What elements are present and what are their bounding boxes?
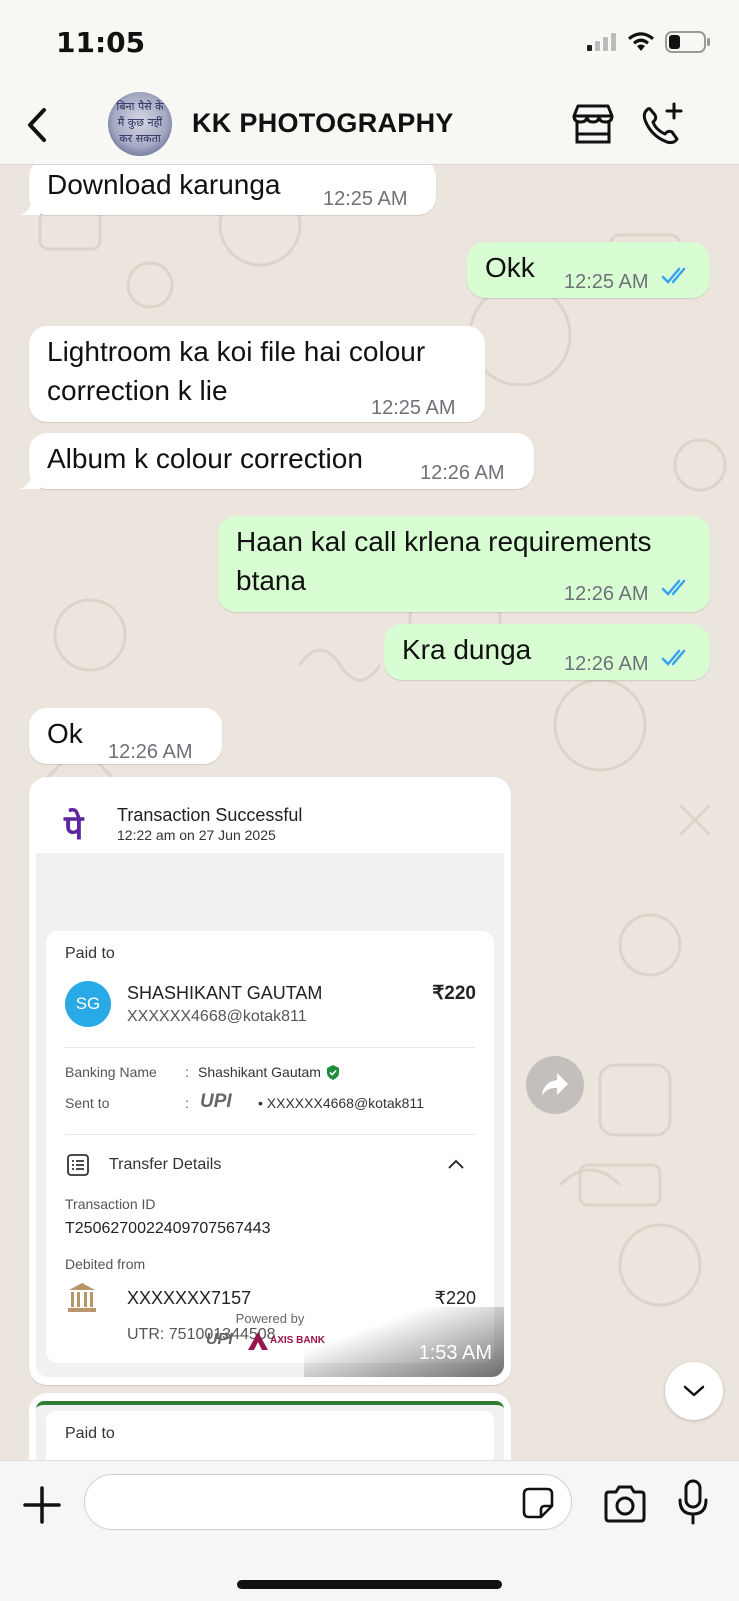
back-icon[interactable] xyxy=(20,102,54,148)
banking-name: Shashikant Gautam xyxy=(198,1064,321,1080)
status-bar: 11:05 xyxy=(0,0,739,88)
camera-icon[interactable] xyxy=(602,1483,648,1525)
verified-icon xyxy=(327,1065,339,1080)
payee-avatar: SG xyxy=(65,981,111,1027)
message-outgoing[interactable]: Haan kal call krlena requirements btana … xyxy=(218,516,710,612)
message-time: 12:25 AM xyxy=(564,271,649,293)
message-time: 12:26 AM xyxy=(420,462,505,484)
banking-name-label: Banking Name xyxy=(65,1064,157,1080)
home-indicator xyxy=(237,1580,502,1589)
message-incoming[interactable]: Download karunga 12:25 AM xyxy=(29,165,436,215)
payee-upi: XXXXXX4668@kotak811 xyxy=(127,1008,307,1025)
bank-icon xyxy=(68,1283,96,1312)
microphone-icon[interactable] xyxy=(676,1479,710,1525)
read-receipt-icon xyxy=(661,579,686,596)
receipt-body: Paid to xyxy=(36,1401,504,1460)
message-text-line: btana xyxy=(236,565,307,596)
forward-button[interactable] xyxy=(526,1056,584,1114)
colon: : xyxy=(185,1064,189,1080)
receipt-panel: Paid to SG SHASHIKANT GAUTAM XXXXXX4668@… xyxy=(46,931,494,1363)
sticker-icon[interactable] xyxy=(521,1486,555,1520)
read-receipt-icon xyxy=(661,649,686,666)
axis-bank-logo-icon xyxy=(248,1332,268,1350)
plus-icon[interactable] xyxy=(22,1485,62,1525)
forward-icon xyxy=(542,1073,568,1096)
message-incoming[interactable]: Album k colour correction 12:26 AM xyxy=(29,433,534,489)
message-text: Download karunga xyxy=(47,169,281,200)
transaction-id: T2506270022409707567443 xyxy=(65,1220,271,1237)
transaction-date: 12:22 am on 27 Jun 2025 xyxy=(117,827,276,843)
transfer-details-label: Transfer Details xyxy=(109,1156,222,1173)
message-time: 12:25 AM xyxy=(323,188,408,210)
receipt-panel: Paid to xyxy=(46,1411,494,1460)
divider xyxy=(65,1134,475,1135)
message-outgoing[interactable]: Kra dunga 12:26 AM xyxy=(384,624,710,680)
message-incoming[interactable]: Lightroom ka koi file hai colour correct… xyxy=(29,326,485,422)
transaction-title: Transaction Successful xyxy=(117,805,303,825)
message-time: 1:53 AM xyxy=(418,1342,492,1364)
upi-logo-footer: UPI xyxy=(206,1331,233,1348)
paid-to-label: Paid to xyxy=(65,945,115,962)
divider xyxy=(65,1047,475,1048)
avatar-text-line: कर सकता xyxy=(119,132,161,145)
message-input[interactable] xyxy=(84,1474,572,1530)
message-time: 12:26 AM xyxy=(564,653,649,675)
chevron-up-icon xyxy=(448,1159,464,1169)
scroll-to-bottom-button[interactable] xyxy=(665,1362,723,1420)
payment-receipt: पे Transaction Successful 12:22 am on 27… xyxy=(36,785,504,1377)
add-call-icon[interactable] xyxy=(638,100,688,150)
message-incoming[interactable]: Ok 12:26 AM xyxy=(29,708,222,764)
read-receipt-icon xyxy=(661,267,686,284)
transaction-id-label: Transaction ID xyxy=(65,1196,156,1212)
colon: : xyxy=(185,1095,189,1111)
battery-icon xyxy=(665,31,710,53)
message-text-line: Lightroom ka koi file hai colour xyxy=(47,336,426,367)
chat-header: बिना पैसे के मैं कुछ नहीं कर सकता KK PHO… xyxy=(0,88,739,165)
signal-icon xyxy=(587,33,616,51)
avatar-text-line: मैं कुछ नहीं xyxy=(117,116,163,129)
store-icon[interactable] xyxy=(568,100,618,150)
message-input-bar xyxy=(0,1460,739,1601)
message-text: Kra dunga xyxy=(402,634,532,665)
chat-area[interactable]: Download karunga 12:25 AM Okk 12:25 AM L… xyxy=(0,165,739,1460)
message-outgoing[interactable]: Okk 12:25 AM xyxy=(467,242,710,298)
message-text: Album k colour correction xyxy=(47,443,363,474)
message-text: Ok xyxy=(47,718,83,749)
debited-amount: ₹220 xyxy=(434,1288,476,1308)
paid-amount: ₹220 xyxy=(432,983,476,1004)
debited-from-label: Debited from xyxy=(65,1256,146,1272)
status-time: 11:05 xyxy=(56,26,146,59)
bubble-tail xyxy=(20,195,40,215)
message-time: 12:26 AM xyxy=(108,741,193,763)
sent-to-label: Sent to xyxy=(65,1095,110,1111)
message-text-line: correction k lie xyxy=(47,375,228,406)
payment-screenshot-message[interactable]: Paid to xyxy=(29,1393,511,1460)
chat-title[interactable]: KK PHOTOGRAPHY xyxy=(192,108,454,139)
receipt-list-icon xyxy=(67,1154,89,1176)
paid-to-label: Paid to xyxy=(65,1425,115,1442)
payee-name: SHASHIKANT GAUTAM xyxy=(127,983,323,1003)
payment-screenshot-message[interactable]: पे Transaction Successful 12:22 am on 27… xyxy=(29,777,511,1385)
phonepe-logo: पे xyxy=(64,808,84,848)
message-time: 12:25 AM xyxy=(371,397,456,419)
account-number: XXXXXXX7157 xyxy=(127,1288,252,1308)
wifi-icon xyxy=(628,32,654,51)
chevron-down-icon xyxy=(683,1385,705,1397)
sent-to-value: • XXXXXX4668@kotak811 xyxy=(258,1095,424,1111)
avatar[interactable]: बिना पैसे के मैं कुछ नहीं कर सकता xyxy=(108,92,172,156)
message-text-line: Haan kal call krlena requirements xyxy=(236,526,652,557)
status-icons xyxy=(587,30,711,54)
message-time: 12:26 AM xyxy=(564,583,649,605)
bubble-tail xyxy=(20,469,40,489)
receipt-body: Paid to SG SHASHIKANT GAUTAM XXXXXX4668@… xyxy=(36,853,504,1377)
avatar-text-line: बिना पैसे के xyxy=(116,100,164,113)
message-text: Okk xyxy=(485,252,535,283)
upi-logo: UPI xyxy=(200,1091,232,1112)
